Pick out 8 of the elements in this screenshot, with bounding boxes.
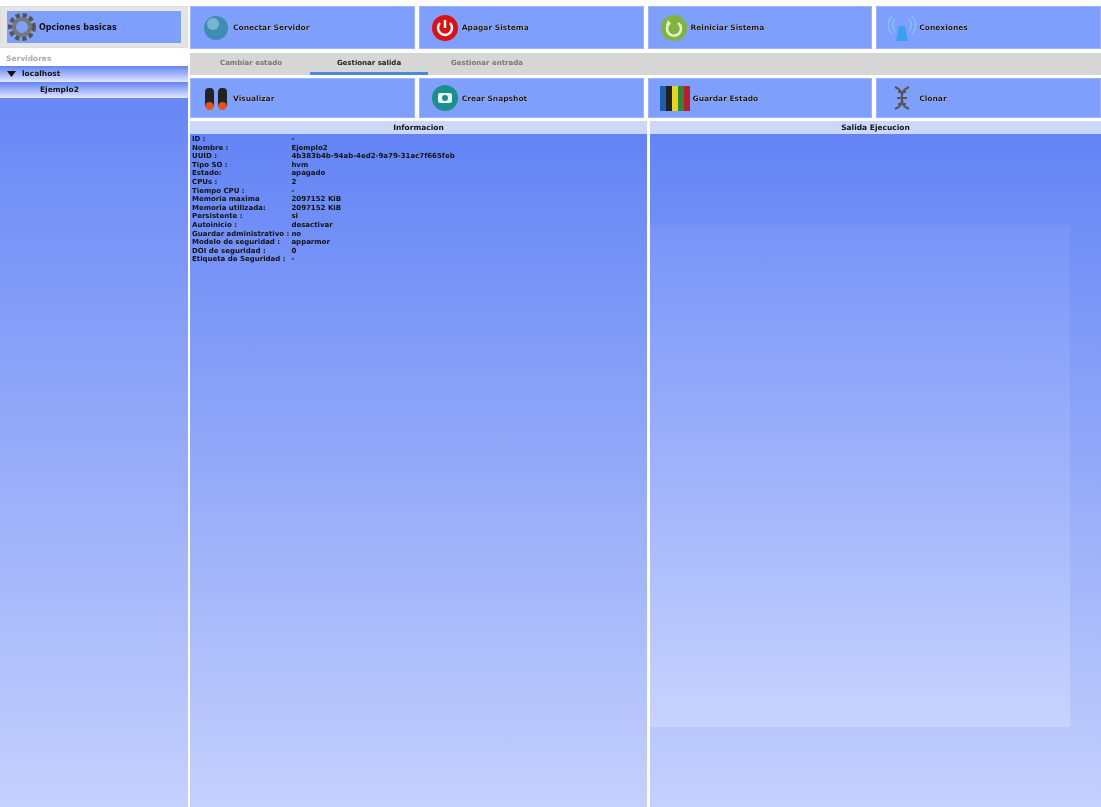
antenna-icon	[887, 12, 918, 43]
restart-icon	[658, 12, 689, 43]
options-button[interactable]: Opciones basicas	[7, 11, 181, 43]
binders-icon	[658, 83, 691, 113]
power-icon	[429, 12, 460, 43]
gear-icon	[7, 12, 37, 42]
expanded-caret-icon[interactable]	[7, 70, 16, 77]
camera-icon	[429, 83, 460, 113]
